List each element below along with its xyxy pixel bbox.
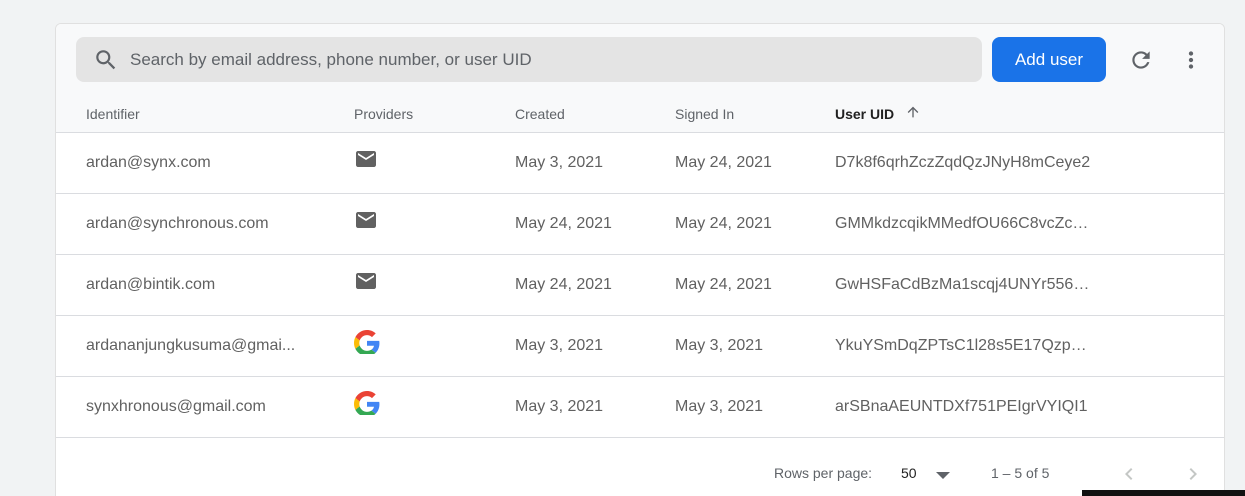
created-cell: May 24, 2021 (515, 215, 612, 232)
email-icon (354, 269, 380, 293)
arrow-upward-icon[interactable] (905, 104, 921, 125)
table-row[interactable]: ardan@synchronous.com May 24, 2021 May 2… (56, 194, 1224, 255)
more-vert-icon[interactable] (1175, 44, 1207, 76)
signed-in-cell: May 24, 2021 (675, 276, 772, 293)
column-header-created[interactable]: Created (515, 104, 565, 124)
identifier-cell: ardan@synx.com (86, 154, 211, 171)
column-header-user-uid[interactable]: User UID (835, 104, 921, 124)
chevron-right-icon[interactable] (1181, 462, 1205, 489)
signed-in-cell: May 24, 2021 (675, 154, 772, 171)
column-header-providers: Providers (354, 104, 413, 124)
signed-in-cell: May 3, 2021 (675, 398, 764, 415)
chevron-left-icon[interactable] (1117, 462, 1141, 489)
rows-per-page-label: Rows per page: (774, 465, 873, 481)
search-bar[interactable] (76, 37, 982, 82)
overlay-bar (1082, 490, 1245, 496)
pagination-bar: Rows per page: 50 1 – 5 of 5 (56, 440, 1224, 496)
identifier-cell: ardan@synchronous.com (86, 215, 269, 232)
rows-per-page-select[interactable]: 50 (901, 465, 917, 481)
user-uid-cell: GwHSFaCdBzMa1scqj4UNYr556Di2 (835, 276, 1093, 293)
column-header-label: Identifier (86, 106, 140, 122)
user-uid-cell: D7k8f6qrhZczZqdQzJNyH8mCeye2 (835, 154, 1091, 171)
column-header-identifier[interactable]: Identifier (86, 104, 140, 124)
google-icon (354, 391, 380, 415)
search-icon (93, 47, 119, 73)
pagination-range: 1 – 5 of 5 (991, 465, 1050, 481)
refresh-icon[interactable] (1125, 44, 1157, 76)
column-header-label: Created (515, 106, 565, 122)
users-table-card: Add user Identifier Providers Created Si… (55, 23, 1225, 496)
table-header-area: Add user Identifier Providers Created Si… (56, 24, 1224, 133)
dropdown-arrow-icon[interactable] (935, 468, 951, 484)
table-row[interactable]: ardananjungkusuma@gmai... May 3, 2021 Ma… (56, 316, 1224, 377)
search-input[interactable] (130, 37, 960, 82)
column-header-signed-in[interactable]: Signed In (675, 104, 734, 124)
created-cell: May 3, 2021 (515, 337, 604, 354)
user-uid-cell: arSBnaAEUNTDXf751PEIgrVYIQI1 (835, 398, 1088, 415)
column-header-label: Providers (354, 106, 414, 122)
signed-in-cell: May 24, 2021 (675, 215, 772, 232)
column-header-label: Signed In (675, 106, 735, 122)
created-cell: May 3, 2021 (515, 154, 604, 171)
table-row[interactable]: ardan@synx.com May 3, 2021 May 24, 2021 … (56, 133, 1224, 194)
email-icon (354, 147, 380, 171)
email-icon (354, 208, 380, 232)
identifier-cell: ardan@bintik.com (86, 276, 216, 293)
created-cell: May 3, 2021 (515, 398, 604, 415)
user-uid-cell: YkuYSmDqZPTsC1l28s5E17QzpU... (835, 337, 1093, 354)
table-row[interactable]: synxhronous@gmail.com May 3, 2021 May 3,… (56, 377, 1224, 438)
signed-in-cell: May 3, 2021 (675, 337, 764, 354)
identifier-cell: synxhronous@gmail.com (86, 398, 266, 415)
column-header-label: User UID (835, 106, 895, 122)
google-icon (354, 330, 380, 354)
add-user-button[interactable]: Add user (992, 37, 1106, 82)
identifier-cell: ardananjungkusuma@gmai... (86, 337, 296, 354)
created-cell: May 24, 2021 (515, 276, 612, 293)
user-uid-cell: GMMkdzcqikMMedfOU66C8vcZcg... (835, 215, 1093, 232)
table-row[interactable]: ardan@bintik.com May 24, 2021 May 24, 20… (56, 255, 1224, 316)
